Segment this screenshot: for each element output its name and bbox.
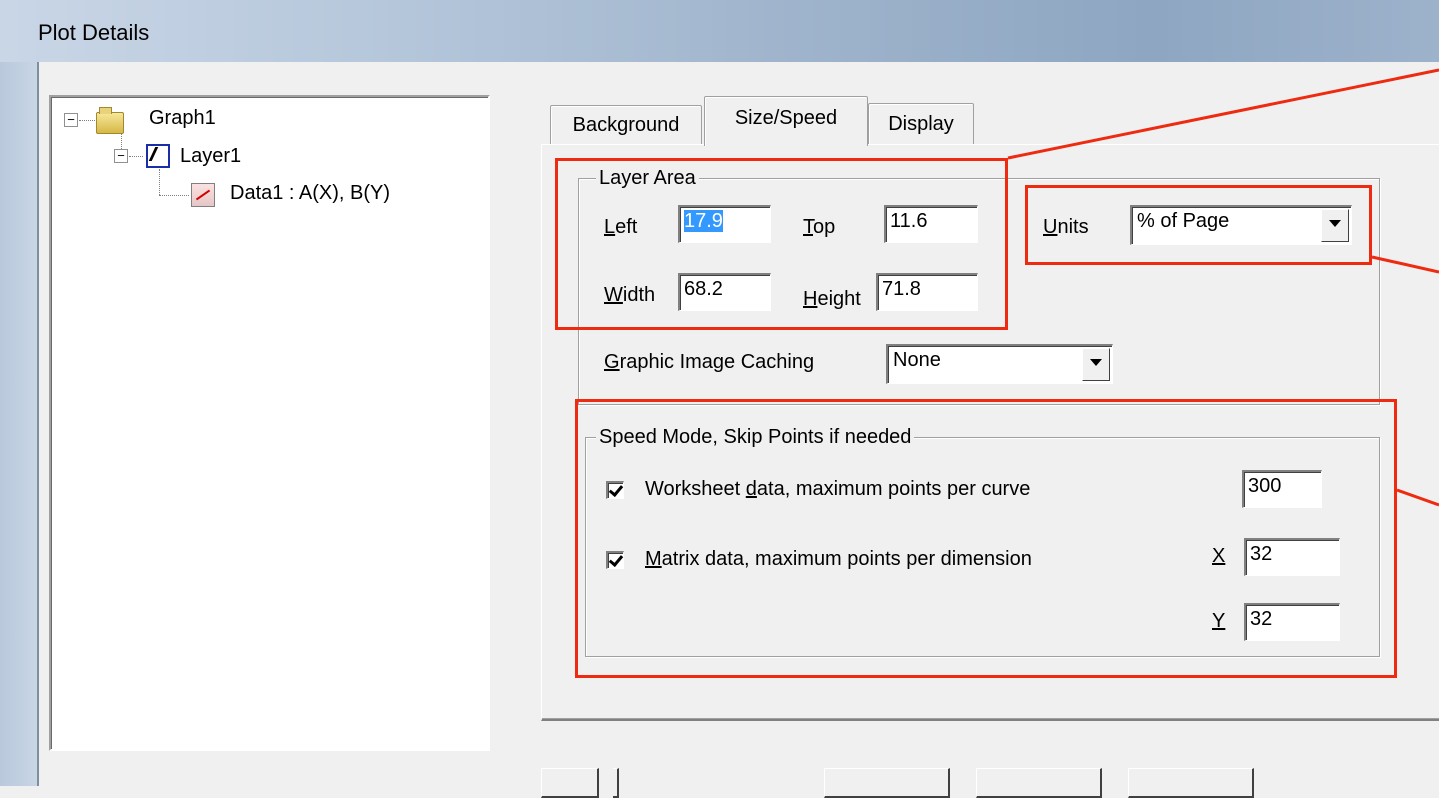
- dialog-button-4[interactable]: [976, 768, 1102, 798]
- tab-size-speed[interactable]: Size/Speed: [704, 96, 868, 146]
- dialog-button-5[interactable]: [1128, 768, 1254, 798]
- dialog-button-3[interactable]: [824, 768, 950, 798]
- dialog-button-2[interactable]: [613, 768, 619, 798]
- dialog-button-1[interactable]: [541, 768, 599, 798]
